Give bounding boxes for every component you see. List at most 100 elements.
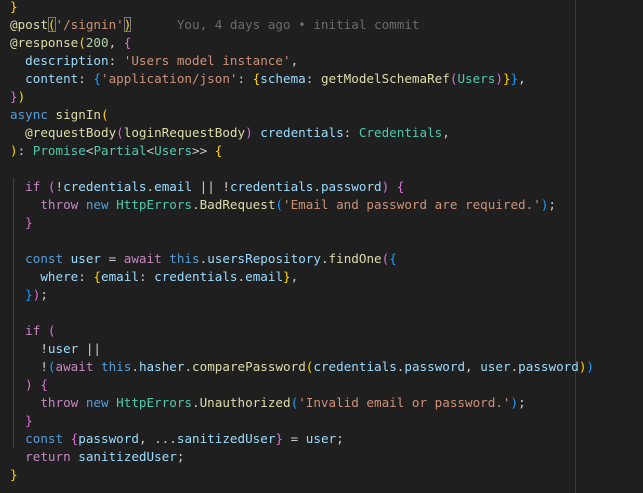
code-token: 'application/json' xyxy=(101,71,238,86)
code-token: Unauthorized xyxy=(199,395,291,410)
code-token: ( xyxy=(47,17,56,32)
code-token: ( xyxy=(101,107,109,122)
code-token: throw xyxy=(10,197,86,212)
code-token: hasher xyxy=(138,359,185,374)
code-token: . xyxy=(192,395,200,410)
code-token: 'Invalid email or password.' xyxy=(298,395,511,410)
code-token: ( xyxy=(47,323,56,338)
code-line[interactable]: } xyxy=(10,466,18,484)
code-line[interactable]: const {password, ...sanitizedUser} = use… xyxy=(10,430,344,448)
code-token: } xyxy=(10,0,18,14)
code-token: @response xyxy=(10,35,79,50)
code-token: , xyxy=(518,71,526,86)
code-token: : xyxy=(343,125,359,140)
code-token: return xyxy=(10,449,79,464)
code-token: email xyxy=(101,269,139,284)
code-token: { xyxy=(396,179,405,194)
code-token: : xyxy=(17,143,33,158)
code-token: { xyxy=(40,377,48,392)
code-line[interactable]: ) { xyxy=(10,376,48,394)
code-line[interactable]: ): Promise<Partial<Users>> { xyxy=(10,142,222,160)
code-token: usersRepository xyxy=(207,251,321,266)
code-token: , ... xyxy=(138,431,177,446)
code-line[interactable]: } xyxy=(10,0,18,16)
code-token: ) xyxy=(495,71,503,86)
code-token: getModelSchemaRef xyxy=(320,71,450,86)
code-token: where xyxy=(10,269,79,284)
code-line[interactable]: }) xyxy=(10,88,25,106)
code-token: description xyxy=(10,53,109,68)
code-token: comparePassword xyxy=(192,359,306,374)
code-line[interactable]: if ( xyxy=(10,322,56,340)
code-line[interactable]: } xyxy=(10,412,33,430)
code-line[interactable]: } xyxy=(10,214,33,232)
code-token: password xyxy=(320,179,382,194)
code-token: ( xyxy=(116,125,124,140)
code-token: credentials xyxy=(63,179,147,194)
code-token: { xyxy=(389,251,397,266)
code-token: ) xyxy=(586,359,595,374)
code-token: } xyxy=(502,71,511,86)
code-token: : xyxy=(305,71,321,86)
code-token: } xyxy=(10,215,33,230)
code-token: ; xyxy=(40,287,48,302)
code-token: user xyxy=(480,359,511,374)
code-token: new xyxy=(85,395,117,410)
code-token: ( xyxy=(47,179,56,194)
code-token: = xyxy=(101,251,124,266)
code-token: 'Users model instance' xyxy=(123,53,291,68)
code-token: } xyxy=(10,413,33,428)
code-line[interactable]: @requestBody(loginRequestBody) credentia… xyxy=(10,124,450,142)
code-token: if xyxy=(10,179,48,194)
code-token: credentials xyxy=(154,269,238,284)
code-token: ( xyxy=(275,197,284,212)
git-blame-annotation: You, 4 days ago • initial commit xyxy=(131,17,420,32)
code-line[interactable]: }); xyxy=(10,286,48,304)
code-token: . xyxy=(184,359,193,374)
code-token: ; xyxy=(518,395,526,410)
code-token: sanitizedUser xyxy=(176,431,276,446)
code-token: , xyxy=(108,35,124,50)
code-line[interactable]: description: 'Users model instance', xyxy=(10,52,298,70)
code-token: ; xyxy=(176,449,185,464)
code-token: credentials xyxy=(313,359,397,374)
code-token: const xyxy=(10,431,71,446)
code-line[interactable]: throw new HttpErrors.Unauthorized('Inval… xyxy=(10,394,526,412)
code-line[interactable]: return sanitizedUser; xyxy=(10,448,184,466)
code-line[interactable]: async signIn( xyxy=(10,106,109,124)
code-token: >> xyxy=(192,143,215,158)
code-token: } xyxy=(275,431,284,446)
code-token: credentials xyxy=(252,125,344,140)
code-token: throw xyxy=(10,395,86,410)
code-token: : xyxy=(78,269,94,284)
code-token: 200 xyxy=(85,35,109,50)
code-token: ) xyxy=(245,125,253,140)
code-line[interactable]: throw new HttpErrors.BadRequest('Email a… xyxy=(10,196,556,214)
code-token: { xyxy=(93,269,102,284)
code-token: user xyxy=(47,341,79,356)
code-line[interactable]: !(await this.hasher.comparePassword(cred… xyxy=(10,358,594,376)
code-token: { xyxy=(123,35,132,50)
code-token: credentials xyxy=(229,179,314,194)
code-token: loginRequestBody xyxy=(123,125,246,140)
code-line[interactable]: where: {email: credentials.email}, xyxy=(10,268,298,286)
code-token: ( xyxy=(78,35,86,50)
code-token: findOne xyxy=(328,251,382,266)
code-token: email xyxy=(245,269,284,284)
code-editor[interactable]: } @post('/signin') You, 4 days ago • init… xyxy=(0,0,643,493)
code-token: password xyxy=(404,359,466,374)
code-token: Promise xyxy=(32,143,86,158)
code-token: @requestBody xyxy=(10,125,117,140)
code-line[interactable]: content: {'application/json': {schema: g… xyxy=(10,70,526,88)
code-line[interactable]: @post('/signin') You, 4 days ago • initi… xyxy=(10,16,419,34)
code-token: } xyxy=(283,269,291,284)
code-token: ; xyxy=(548,197,556,212)
code-token: Users xyxy=(154,143,193,158)
code-token: . xyxy=(192,197,200,212)
code-line[interactable]: !user || xyxy=(10,340,101,358)
code-token: this xyxy=(169,251,200,266)
code-line[interactable]: @response(200, { xyxy=(10,34,131,52)
code-line[interactable]: if (!credentials.email || !credentials.p… xyxy=(10,178,404,196)
code-token: ; xyxy=(336,431,344,446)
code-line[interactable]: const user = await this.usersRepository.… xyxy=(10,250,397,268)
